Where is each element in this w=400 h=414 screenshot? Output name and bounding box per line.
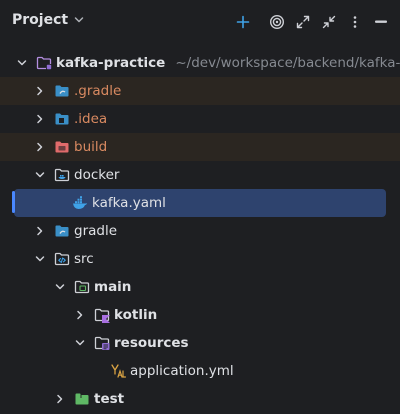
project-view-selector[interactable]: Project <box>12 12 84 28</box>
chevron-right-icon[interactable] <box>34 85 46 97</box>
tree-node-docker[interactable]: docker <box>0 161 400 189</box>
more-icon[interactable] <box>346 12 364 32</box>
chevron-right-icon[interactable] <box>54 393 66 405</box>
tree-node-build[interactable]: build <box>0 133 400 161</box>
kotlin-source-folder-icon <box>94 307 110 323</box>
docker-compose-file-icon <box>72 195 88 211</box>
tree-node-label: .gradle <box>74 83 122 99</box>
collapse-icon[interactable] <box>320 12 338 32</box>
tree-node-label: kafka.yaml <box>92 195 166 211</box>
chevron-right-icon[interactable] <box>34 113 46 125</box>
root-project-name: kafka-practice <box>56 55 166 71</box>
chevron-down-icon[interactable] <box>54 281 66 293</box>
root-project-path: ~/dev/workspace/backend/kafka-practice <box>175 55 400 71</box>
project-tree: kafka-practice ~/dev/workspace/backend/k… <box>0 49 400 413</box>
tree-node-root[interactable]: kafka-practice ~/dev/workspace/backend/k… <box>0 49 400 77</box>
minimize-icon[interactable] <box>372 12 390 32</box>
source-folder-icon <box>54 251 70 267</box>
folder-icon <box>74 279 90 295</box>
tree-node-label: resources <box>114 335 189 351</box>
docker-folder-icon <box>54 167 70 183</box>
target-icon[interactable] <box>268 12 286 32</box>
excluded-folder-icon <box>54 139 70 155</box>
yaml-file-icon <box>110 363 126 379</box>
tree-node-kotlin[interactable]: kotlin <box>0 301 400 329</box>
tree-node-dot-gradle[interactable]: .gradle <box>0 77 400 105</box>
chevron-right-icon[interactable] <box>34 225 46 237</box>
tree-node-src[interactable]: src <box>0 245 400 273</box>
tree-node-gradle[interactable]: gradle <box>0 217 400 245</box>
tree-node-label: gradle <box>74 223 118 239</box>
header-title: Project <box>12 12 69 28</box>
tree-node-label: docker <box>74 167 120 183</box>
tree-node-label: main <box>94 279 132 295</box>
chevron-down-icon[interactable] <box>34 169 46 181</box>
tree-node-label: kotlin <box>114 307 158 323</box>
tool-window-header: Project <box>0 0 400 44</box>
tree-node-label: .idea <box>74 111 108 127</box>
chevron-down-icon[interactable] <box>74 337 86 349</box>
chevron-down-icon <box>74 15 84 25</box>
test-folder-icon <box>74 391 90 407</box>
tree-node-kafka-yaml[interactable]: kafka.yaml <box>14 189 386 217</box>
selection-marker <box>12 191 15 213</box>
tree-node-label: src <box>74 251 94 267</box>
chevron-right-icon[interactable] <box>74 309 86 321</box>
header-toolbar <box>226 12 390 32</box>
tree-node-resources[interactable]: resources <box>0 329 400 357</box>
chevron-down-icon[interactable] <box>16 57 28 69</box>
tree-node-label: application.yml <box>130 363 234 379</box>
resources-folder-icon <box>94 335 110 351</box>
tree-node-idea[interactable]: .idea <box>0 105 400 133</box>
gradle-folder-icon <box>54 83 70 99</box>
chevron-right-icon[interactable] <box>34 141 46 153</box>
gradle-folder-icon <box>54 223 70 239</box>
module-folder-icon <box>36 55 52 71</box>
idea-folder-icon <box>54 111 70 127</box>
tree-node-label: build <box>74 139 108 155</box>
expand-icon[interactable] <box>294 12 312 32</box>
tree-node-label: test <box>94 391 125 407</box>
tree-node-test[interactable]: test <box>0 385 400 413</box>
tree-node-application-yml[interactable]: application.yml <box>0 357 400 385</box>
tree-node-main[interactable]: main <box>0 273 400 301</box>
plus-icon[interactable] <box>234 12 252 32</box>
project-tool-window: Project kafka-practice ~/dev/workspace/b… <box>0 0 400 414</box>
chevron-down-icon[interactable] <box>34 253 46 265</box>
